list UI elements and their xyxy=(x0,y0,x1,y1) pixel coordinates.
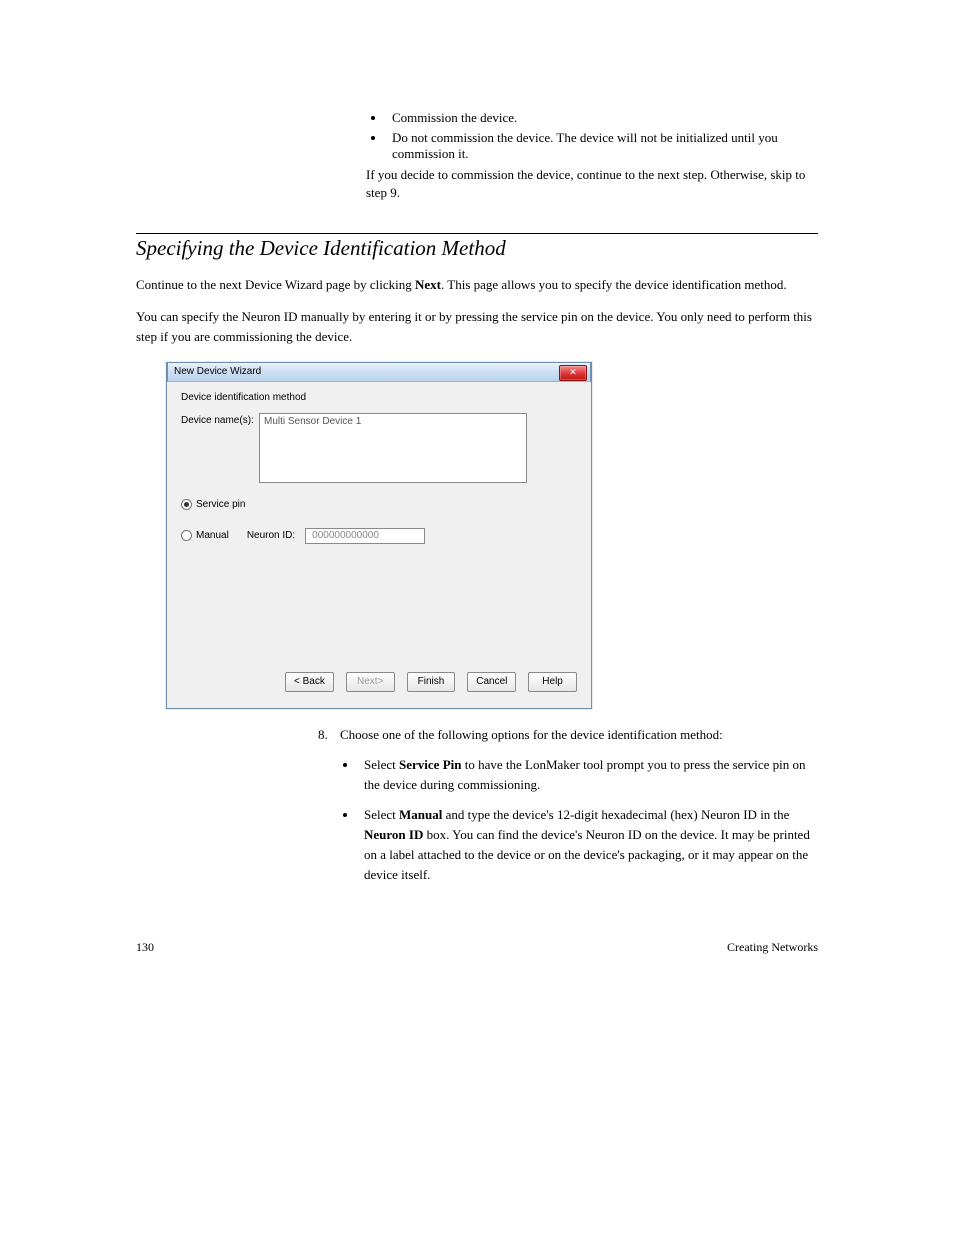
para-neuron-id-intro: You can specify the Neuron ID manually b… xyxy=(136,307,818,347)
bullet-commission: Commission the device. xyxy=(386,110,818,126)
dialog-screenshot: New Device Wizard ✕ Device identificatio… xyxy=(166,362,818,709)
new-device-wizard-dialog: New Device Wizard ✕ Device identificatio… xyxy=(166,362,592,709)
dialog-button-row: < Back Next> Finish Cancel Help xyxy=(181,672,577,696)
s8a-pre: Select xyxy=(364,757,399,772)
page-footer: 130 Creating Networks xyxy=(136,940,818,955)
page-number: 130 xyxy=(136,940,154,955)
s8a-bold: Service Pin xyxy=(399,757,461,772)
step-8-block: 8. Choose one of the following options f… xyxy=(318,725,818,886)
para1-post: . This page allows you to specify the de… xyxy=(441,277,787,292)
finish-button[interactable]: Finish xyxy=(407,672,456,692)
back-button[interactable]: < Back xyxy=(285,672,334,692)
section-divider xyxy=(136,233,818,234)
neuron-id-label: Neuron ID: xyxy=(247,530,295,541)
manual-label: Manual xyxy=(196,530,229,541)
para-next: Continue to the next Device Wizard page … xyxy=(136,275,818,295)
dialog-body: Device identification method Device name… xyxy=(167,382,591,708)
service-pin-radio[interactable] xyxy=(181,499,192,510)
manual-radio[interactable] xyxy=(181,530,192,541)
dialog-titlebar: New Device Wizard ✕ xyxy=(167,362,591,382)
page: Commission the device. Do not commission… xyxy=(0,0,954,995)
top-bullet-group: Commission the device. Do not commission… xyxy=(366,110,818,201)
service-pin-row: Service pin xyxy=(181,499,577,510)
step-8-text: Choose one of the following options for … xyxy=(340,725,723,745)
para1-bold-next: Next xyxy=(415,277,441,292)
s8b-bold-manual: Manual xyxy=(399,807,442,822)
step8-sub-manual: Select Manual and type the device's 12-d… xyxy=(358,805,818,886)
device-names-row: Device name(s): Multi Sensor Device 1 xyxy=(181,413,577,483)
s8b-pre: Select xyxy=(364,807,399,822)
manual-row: Manual Neuron ID: 000000000000 xyxy=(181,528,577,544)
s8b-post: box. You can find the device's Neuron ID… xyxy=(364,827,810,882)
s8b-mid: and type the device's 12-digit hexadecim… xyxy=(442,807,789,822)
dialog-title-text: New Device Wizard xyxy=(174,366,261,377)
bullet-do-not-commission: Do not commission the device. The device… xyxy=(386,130,818,162)
step-8-number: 8. xyxy=(318,725,340,745)
device-names-label: Device name(s): xyxy=(181,413,259,426)
cancel-button[interactable]: Cancel xyxy=(467,672,516,692)
close-button[interactable]: ✕ xyxy=(559,365,587,381)
para1-pre: Continue to the next Device Wizard page … xyxy=(136,277,415,292)
help-button[interactable]: Help xyxy=(528,672,577,692)
section-title: Specifying the Device Identification Met… xyxy=(136,236,818,261)
neuron-id-input[interactable]: 000000000000 xyxy=(305,528,425,544)
dialog-spacer xyxy=(181,544,577,662)
s8b-bold-neuron: Neuron ID xyxy=(364,827,423,842)
step8-sub-service-pin: Select Service Pin to have the LonMaker … xyxy=(358,755,818,795)
next-button: Next> xyxy=(346,672,395,692)
dialog-heading: Device identification method xyxy=(181,392,577,403)
footer-chapter: Creating Networks xyxy=(727,940,818,955)
pre-note: If you decide to commission the device, … xyxy=(366,166,818,201)
device-names-listbox[interactable]: Multi Sensor Device 1 xyxy=(259,413,527,483)
service-pin-label: Service pin xyxy=(196,499,245,510)
